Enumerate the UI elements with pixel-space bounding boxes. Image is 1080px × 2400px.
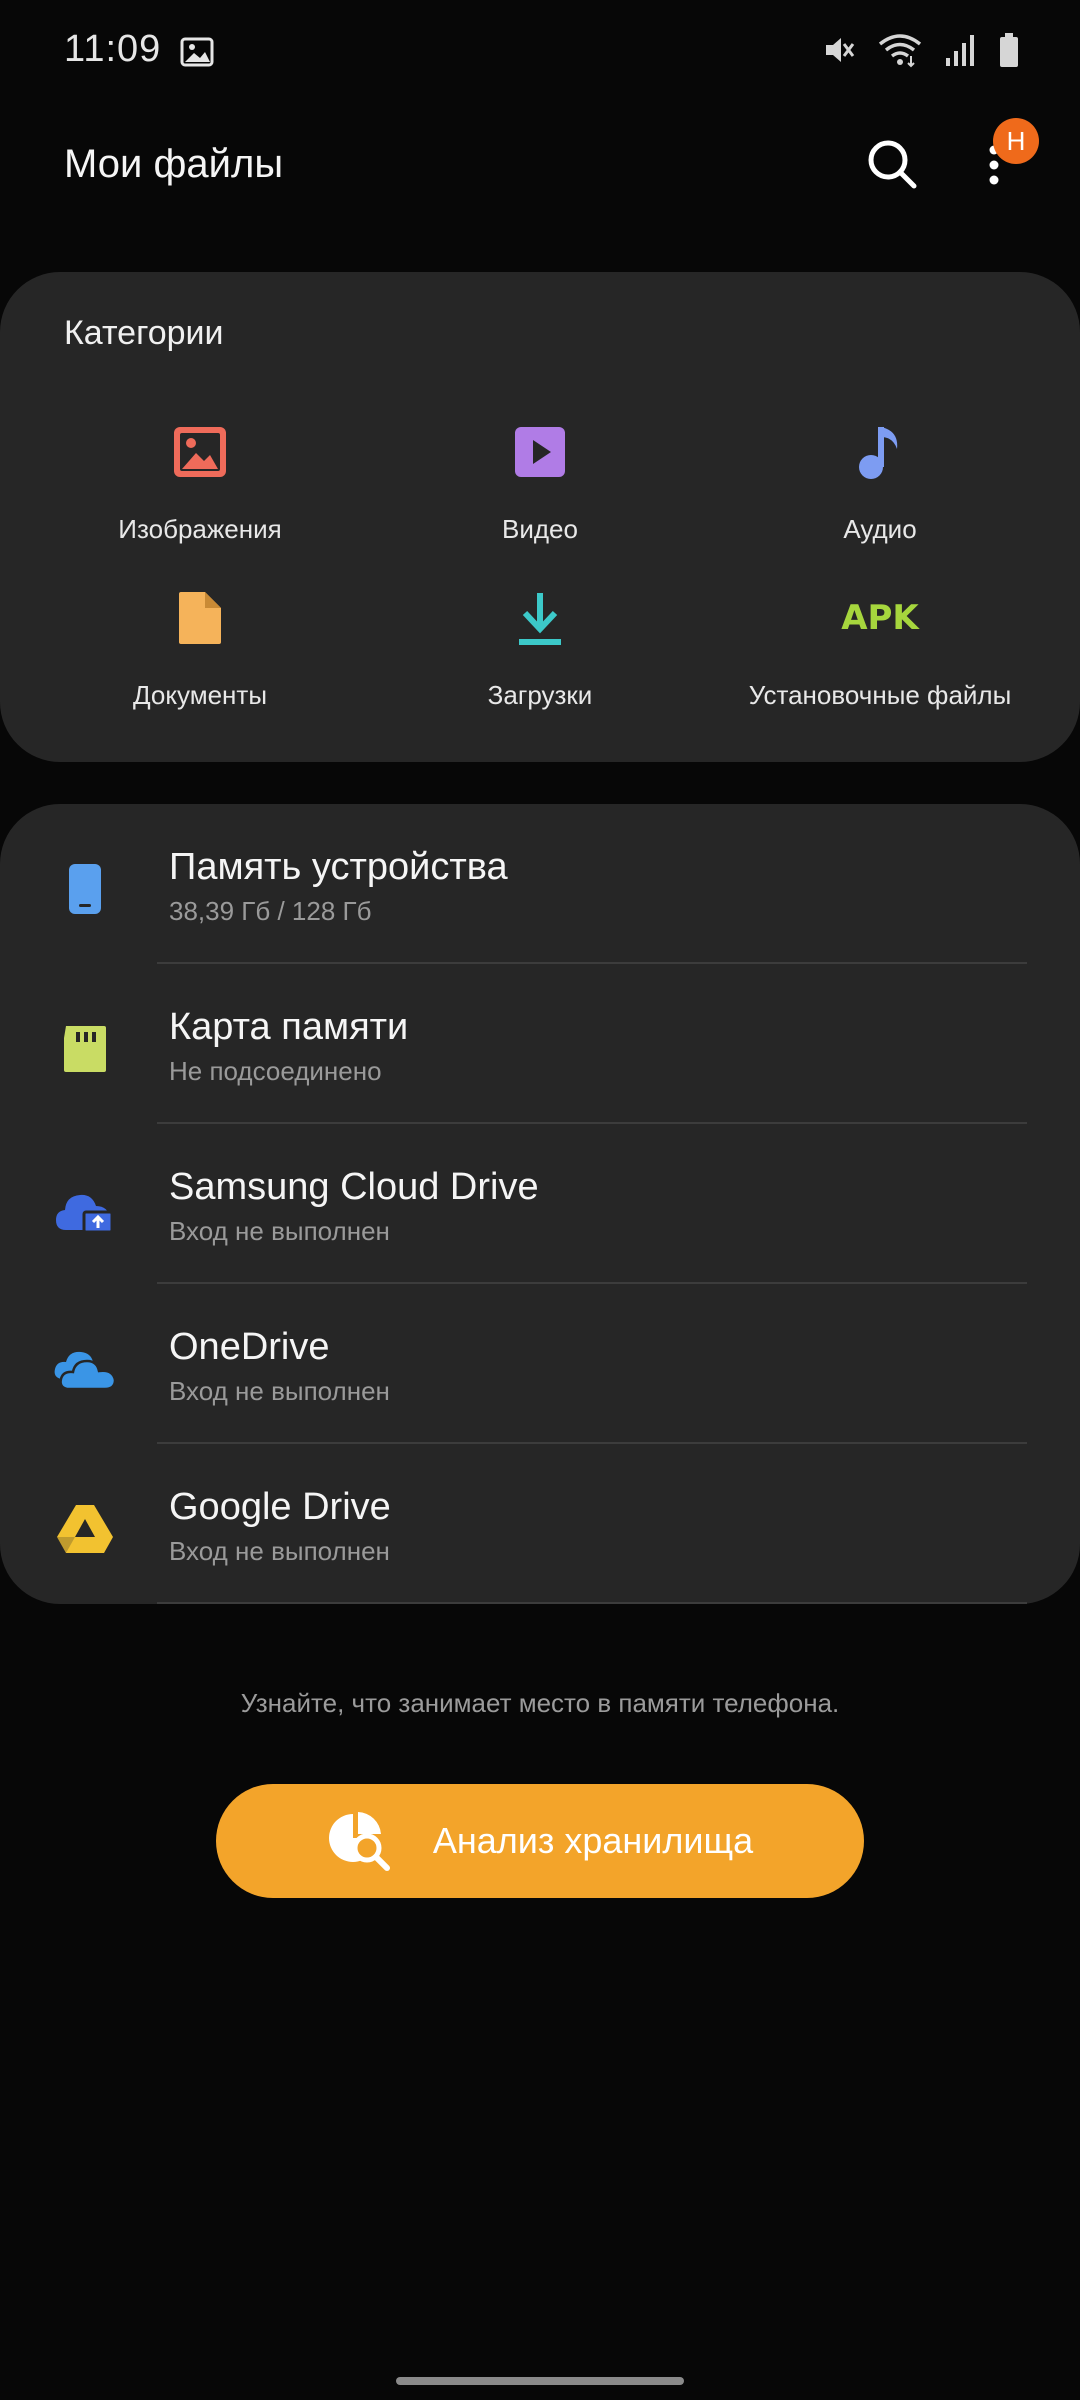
category-label: Установочные файлы	[748, 680, 1012, 710]
storage-title: Google Drive	[169, 1486, 391, 1528]
category-label: Загрузки	[487, 680, 593, 710]
onedrive-icon	[50, 1334, 120, 1404]
storage-title: Карта памяти	[169, 1006, 409, 1048]
category-label: Видео	[502, 514, 578, 544]
storage-title: Samsung Cloud Drive	[169, 1166, 539, 1208]
samsung-cloud-icon	[50, 1174, 120, 1244]
category-label: Изображения	[118, 514, 282, 544]
video-icon	[500, 412, 580, 492]
storage-title: Память устройства	[169, 846, 508, 888]
category-audio[interactable]: Аудио	[710, 412, 1050, 545]
status-icons	[822, 32, 1020, 68]
analyze-storage-button[interactable]: Анализ хранилища	[216, 1784, 864, 1898]
home-indicator[interactable]	[396, 2377, 684, 2385]
apk-icon: APK	[840, 578, 920, 658]
storage-card: Память устройства 38,39 Гб / 128 Гб Карт…	[0, 804, 1080, 1604]
document-icon	[160, 578, 240, 658]
mute-icon	[826, 38, 855, 62]
categories-card: Категории Изображения Видео Аудио Докуме…	[0, 272, 1080, 762]
status-bar: 11:09	[0, 0, 1080, 110]
page-title: Мои файлы	[64, 142, 284, 186]
gallery-icon	[180, 37, 214, 67]
storage-subtitle: Вход не выполнен	[169, 1216, 390, 1246]
sd-card-icon	[50, 1014, 120, 1084]
storage-subtitle: Вход не выполнен	[169, 1376, 390, 1406]
status-time: 11:09	[64, 28, 162, 70]
storage-item-sd-card[interactable]: Карта памяти Не подсоединено	[0, 964, 1080, 1124]
category-video[interactable]: Видео	[370, 412, 710, 545]
storage-hint-text: Узнайте, что занимает место в памяти тел…	[240, 1688, 840, 1718]
notification-badge: Н	[993, 118, 1039, 164]
image-icon	[160, 412, 240, 492]
storage-title: OneDrive	[169, 1326, 330, 1368]
category-documents[interactable]: Документы	[30, 578, 370, 711]
analyze-storage-label: Анализ хранилища	[432, 1820, 754, 1861]
signal-icon	[946, 35, 974, 66]
battery-icon	[1000, 33, 1018, 67]
storage-subtitle: 38,39 Гб / 128 Гб	[169, 896, 372, 926]
wifi-icon	[878, 34, 922, 68]
storage-subtitle: Не подсоединено	[169, 1056, 382, 1086]
category-installation-files[interactable]: APK Установочные файлы	[710, 578, 1050, 711]
google-drive-icon	[50, 1494, 120, 1564]
divider	[157, 1602, 1027, 1604]
storage-item-onedrive[interactable]: OneDrive Вход не выполнен	[0, 1284, 1080, 1444]
audio-icon	[840, 412, 920, 492]
storage-subtitle: Вход не выполнен	[169, 1536, 390, 1566]
my-files-screen: 11:09 Мои файлы Н Категории Изображения …	[0, 0, 1080, 2400]
apk-icon-text: APK	[841, 598, 919, 638]
phone-icon	[50, 854, 120, 924]
storage-item-device[interactable]: Память устройства 38,39 Гб / 128 Гб	[0, 804, 1080, 964]
search-icon[interactable]	[864, 136, 920, 192]
storage-analysis-icon	[328, 1812, 390, 1871]
category-label: Документы	[132, 680, 268, 710]
download-icon	[500, 578, 580, 658]
categories-title: Категории	[64, 314, 224, 352]
storage-item-google-drive[interactable]: Google Drive Вход не выполнен	[0, 1444, 1080, 1604]
category-label: Аудио	[843, 514, 917, 544]
category-images[interactable]: Изображения	[30, 412, 370, 545]
storage-item-samsung-cloud[interactable]: Samsung Cloud Drive Вход не выполнен	[0, 1124, 1080, 1284]
category-downloads[interactable]: Загрузки	[370, 578, 710, 711]
